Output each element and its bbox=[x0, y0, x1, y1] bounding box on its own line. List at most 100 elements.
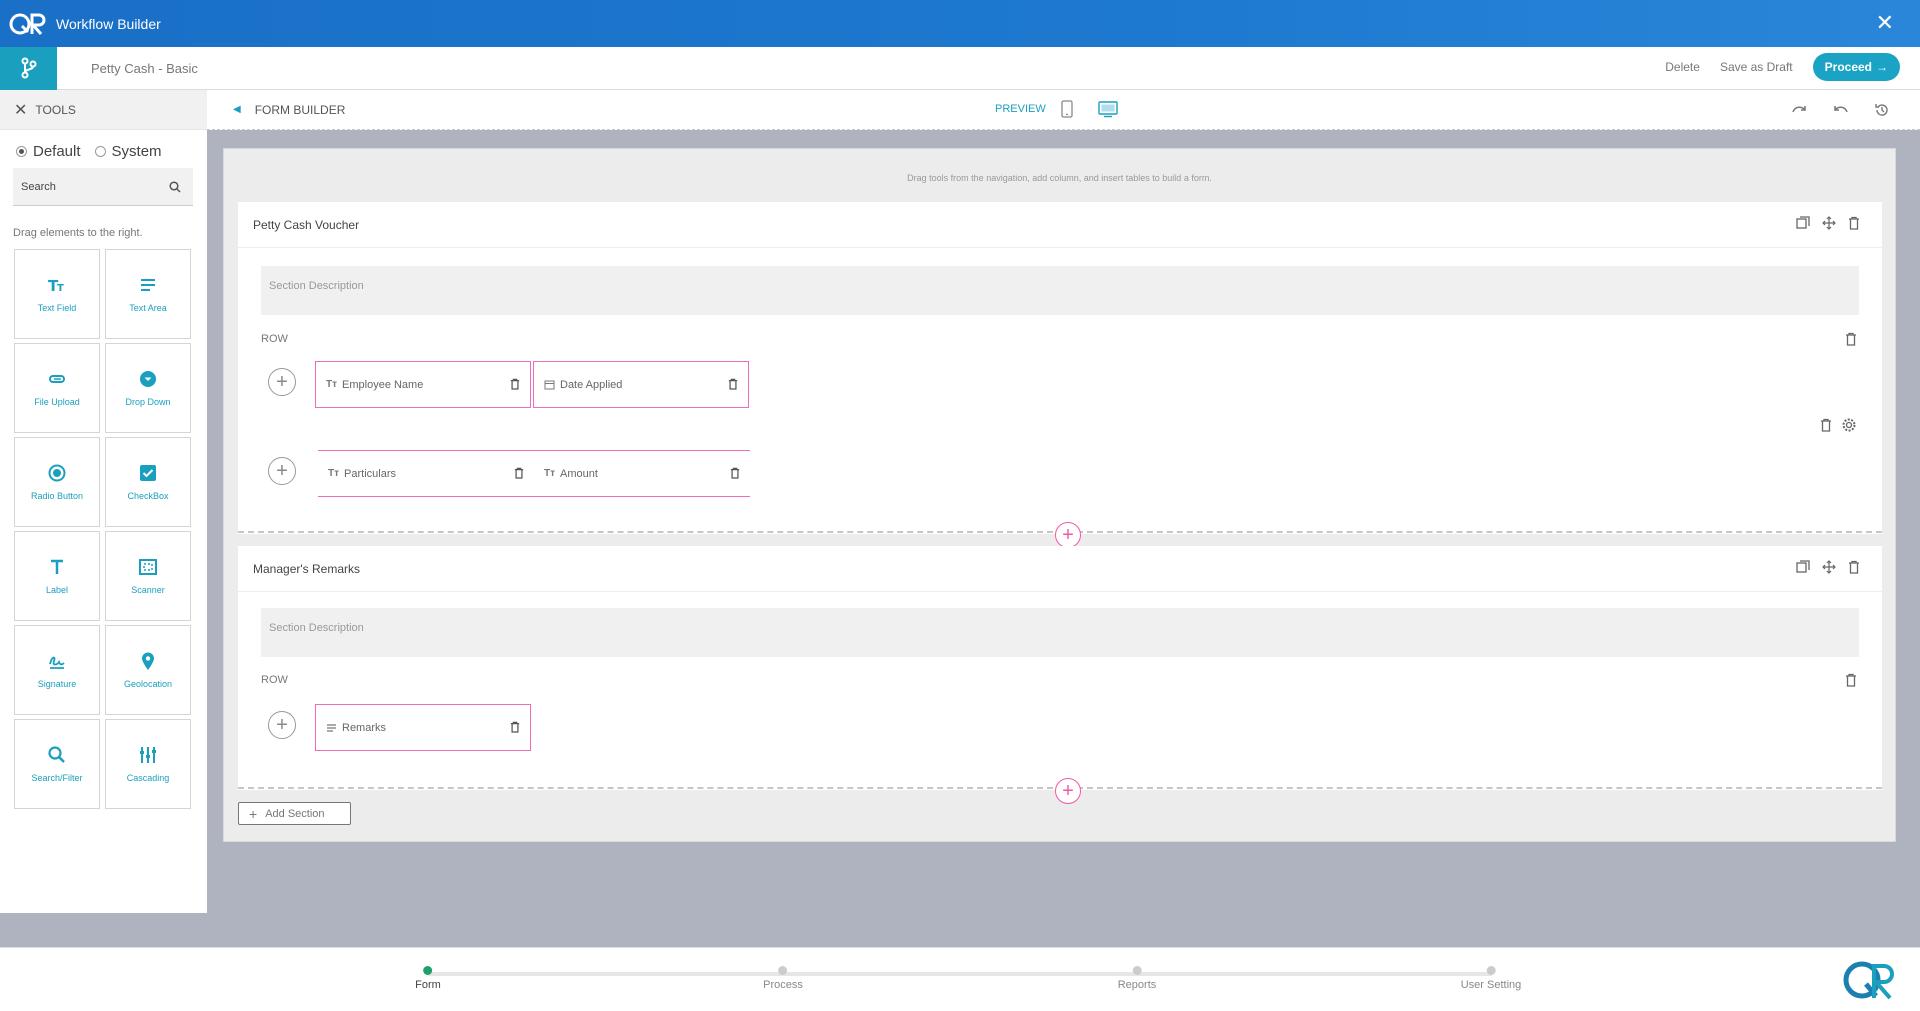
footer-stepper: Form Process Reports User Setting bbox=[0, 947, 1920, 1011]
add-section-button[interactable]: + Add Section bbox=[238, 802, 351, 825]
field-label: Remarks bbox=[342, 721, 387, 734]
tool-label: Signature bbox=[37, 679, 77, 689]
close-tools-icon[interactable]: ✕ bbox=[14, 100, 27, 120]
field-label: Particulars bbox=[344, 467, 396, 480]
tool-label: CheckBox bbox=[127, 491, 169, 501]
trash-icon[interactable] bbox=[510, 378, 520, 390]
add-column-button[interactable]: + bbox=[268, 711, 296, 739]
trash-icon[interactable] bbox=[510, 721, 520, 733]
checkbox-icon bbox=[140, 465, 156, 481]
history-icon[interactable] bbox=[1874, 102, 1890, 118]
trash-icon[interactable] bbox=[728, 378, 738, 390]
field-remarks[interactable]: Remarks bbox=[315, 704, 531, 751]
svg-text:T: T bbox=[57, 283, 64, 294]
field-particulars[interactable]: Tт Particulars bbox=[318, 450, 534, 497]
step-label: Process bbox=[763, 979, 803, 991]
tool-geolocation[interactable]: Geolocation bbox=[105, 625, 191, 715]
trash-icon[interactable] bbox=[514, 467, 524, 479]
section-petty-cash-voucher[interactable]: Petty Cash Voucher Section Description R… bbox=[238, 202, 1882, 534]
step-reports[interactable]: Reports bbox=[1117, 966, 1157, 991]
field-employee-name[interactable]: Tт Employee Name bbox=[315, 361, 531, 408]
trash-icon[interactable] bbox=[1848, 560, 1860, 574]
section-managers-remarks[interactable]: Manager's Remarks Section Description RO… bbox=[238, 546, 1882, 790]
workflow-branch-button[interactable] bbox=[0, 46, 57, 90]
add-column-button[interactable]: + bbox=[268, 368, 296, 396]
dropdown-icon bbox=[140, 371, 156, 387]
duplicate-icon[interactable] bbox=[1796, 560, 1810, 574]
step-form[interactable]: Form bbox=[415, 966, 441, 991]
tool-drop-down[interactable]: Drop Down bbox=[105, 343, 191, 433]
search-placeholder: Search bbox=[21, 180, 56, 193]
tool-search-filter[interactable]: Search/Filter bbox=[14, 719, 100, 809]
move-icon[interactable] bbox=[1822, 560, 1836, 574]
proceed-button[interactable]: Proceed → bbox=[1812, 53, 1900, 81]
delete-button[interactable]: Delete bbox=[1665, 60, 1700, 74]
text-field-icon: Tт bbox=[544, 468, 556, 479]
section-description-input[interactable]: Section Description bbox=[261, 608, 1859, 657]
drag-hint: Drag elements to the right. bbox=[13, 227, 143, 239]
section-description-input[interactable]: Section Description bbox=[261, 266, 1859, 315]
step-dot bbox=[778, 966, 788, 975]
branch-icon bbox=[21, 57, 36, 79]
undo-icon[interactable] bbox=[1832, 102, 1850, 116]
label-icon bbox=[51, 559, 63, 574]
text-area-icon bbox=[141, 279, 155, 291]
step-user-setting[interactable]: User Setting bbox=[1461, 966, 1521, 991]
radio-system[interactable] bbox=[94, 146, 106, 157]
insert-section-button[interactable]: + bbox=[1055, 778, 1081, 804]
preview-label[interactable]: PREVIEW bbox=[995, 103, 1046, 115]
title-bar: Workflow Builder ✕ bbox=[0, 0, 1920, 47]
radio-default[interactable] bbox=[16, 146, 27, 157]
gear-icon[interactable] bbox=[1841, 417, 1857, 433]
collapse-left-icon[interactable]: ◀ bbox=[233, 104, 241, 115]
text-field-icon: Tт bbox=[328, 468, 340, 479]
tool-text-area[interactable]: Text Area bbox=[105, 249, 191, 339]
tool-checkbox[interactable]: CheckBox bbox=[105, 437, 191, 527]
tool-label: Scanner bbox=[131, 585, 165, 595]
field-date-applied[interactable]: Date Applied bbox=[533, 361, 749, 408]
tool-label: Geolocation bbox=[123, 679, 173, 689]
form-name: Petty Cash - Basic bbox=[91, 60, 198, 76]
tool-file-upload[interactable]: File Upload bbox=[14, 343, 100, 433]
insert-section-button[interactable]: + bbox=[1055, 522, 1081, 548]
qr-help-logo-icon[interactable] bbox=[1840, 952, 1896, 1008]
desktop-preview-icon[interactable] bbox=[1098, 100, 1118, 118]
form-builder-header: ◀ FORM BUILDER PREVIEW bbox=[207, 90, 1920, 130]
row-trash-icon[interactable] bbox=[1845, 673, 1857, 687]
step-process[interactable]: Process bbox=[763, 966, 803, 991]
tool-label[interactable]: Label bbox=[14, 531, 100, 621]
arrow-right-icon: → bbox=[1876, 60, 1888, 74]
field-amount[interactable]: Tт Amount bbox=[534, 450, 750, 497]
row-trash-icon[interactable] bbox=[1820, 418, 1832, 432]
duplicate-icon[interactable] bbox=[1796, 216, 1810, 230]
row-trash-icon[interactable] bbox=[1845, 332, 1857, 346]
tool-text-field[interactable]: TT Text Field bbox=[14, 249, 100, 339]
close-icon[interactable]: ✕ bbox=[1876, 12, 1894, 34]
tools-sidebar: ✕ TOOLS Default System Search Drag eleme… bbox=[0, 90, 207, 913]
add-section-label: Add Section bbox=[265, 807, 325, 820]
tool-label: Text Field bbox=[37, 303, 77, 313]
step-dot bbox=[1486, 966, 1496, 975]
field-label: Date Applied bbox=[560, 378, 623, 391]
tools-search-input[interactable]: Search bbox=[13, 168, 193, 206]
tool-scanner[interactable]: Scanner bbox=[105, 531, 191, 621]
tool-radio-button[interactable]: Radio Button bbox=[14, 437, 100, 527]
add-column-button[interactable]: + bbox=[268, 457, 296, 485]
step-label: Reports bbox=[1117, 979, 1157, 991]
calendar-icon bbox=[544, 380, 555, 390]
tool-cascading[interactable]: Cascading bbox=[105, 719, 191, 809]
trash-icon[interactable] bbox=[730, 467, 740, 479]
step-dot bbox=[423, 966, 433, 975]
trash-icon[interactable] bbox=[1848, 216, 1860, 230]
tool-signature[interactable]: Signature bbox=[14, 625, 100, 715]
step-label: Form bbox=[415, 979, 441, 991]
tools-title: TOOLS bbox=[35, 102, 76, 117]
app-title: Workflow Builder bbox=[56, 15, 161, 32]
mobile-preview-icon[interactable] bbox=[1060, 100, 1074, 118]
redo-icon[interactable] bbox=[1790, 102, 1808, 116]
tool-label: Label bbox=[45, 585, 69, 595]
save-draft-button[interactable]: Save as Draft bbox=[1720, 60, 1793, 74]
tool-label: Radio Button bbox=[30, 491, 84, 501]
move-icon[interactable] bbox=[1822, 216, 1836, 230]
proceed-label: Proceed bbox=[1824, 60, 1872, 74]
